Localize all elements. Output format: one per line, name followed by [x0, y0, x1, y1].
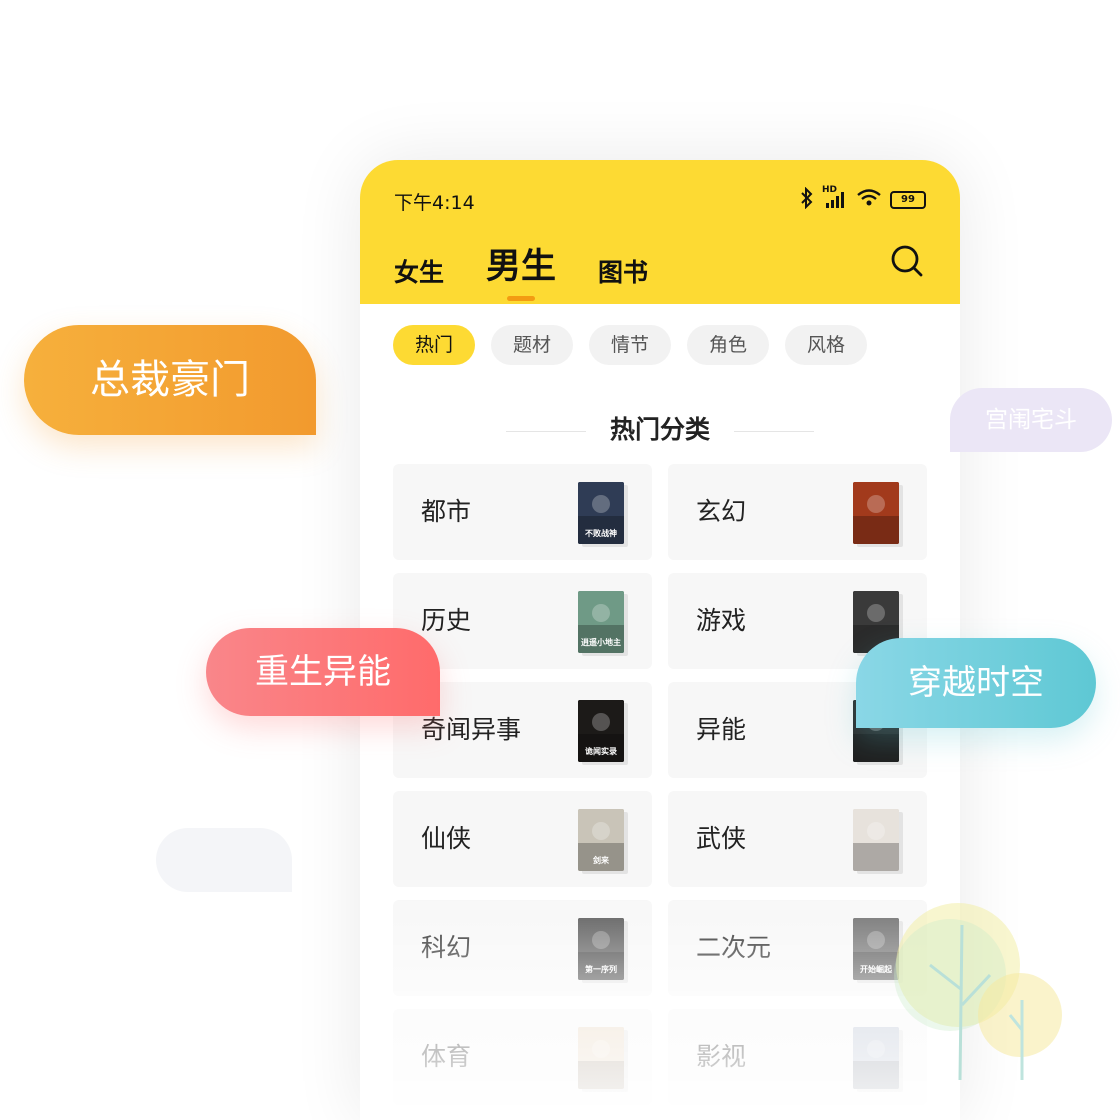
tag-bubble-empty	[156, 828, 292, 892]
tag-bubble-ceo[interactable]: 总裁豪门	[24, 325, 316, 435]
section-title: 热门分类	[360, 410, 960, 446]
section-title-text: 热门分类	[609, 415, 710, 444]
tag-bubble-time-travel[interactable]: 穿越时空	[856, 638, 1096, 728]
filter-chip-theme[interactable]: 题材	[491, 325, 573, 365]
book-cover: 逍遥小地主	[578, 591, 624, 653]
filter-chip-role[interactable]: 角色	[687, 325, 769, 365]
search-button[interactable]	[890, 244, 924, 278]
book-cover: 不败战神	[578, 482, 624, 544]
tree-decoration	[894, 903, 1062, 1080]
category-card[interactable]: 武侠	[668, 791, 927, 887]
signal-icon: HD	[822, 185, 848, 212]
status-time: 下午4:14	[394, 192, 475, 214]
phone-screen: 下午4:14 HD 99 女生 男生 图书 热门 题材 情节 角色 风格 热门分…	[360, 160, 960, 1120]
category-card[interactable]: 玄幻	[668, 464, 927, 560]
category-label: 异能	[696, 715, 747, 744]
book-cover	[853, 809, 899, 871]
status-icons: HD 99	[800, 185, 926, 213]
cover-title: 诡闻实录	[585, 746, 617, 756]
tab-male[interactable]: 男生	[486, 238, 557, 301]
category-label: 玄幻	[696, 497, 747, 526]
cover-title: 逍遥小地主	[581, 637, 621, 647]
book-cover	[853, 482, 899, 544]
battery-icon: 99	[890, 191, 926, 209]
filter-chip-plot[interactable]: 情节	[589, 325, 671, 365]
filter-chip-hot[interactable]: 热门	[393, 325, 475, 365]
tag-bubble-palace[interactable]: 宫闱宅斗	[950, 388, 1112, 452]
category-card[interactable]: 仙侠剑来	[393, 791, 652, 887]
cover-title: 不败战神	[585, 528, 617, 538]
category-label: 武侠	[696, 824, 747, 853]
divider-right	[734, 431, 814, 432]
divider-left	[505, 431, 586, 432]
filter-chip-style[interactable]: 风格	[785, 325, 867, 365]
tab-female[interactable]: 女生	[394, 253, 444, 289]
bottom-fade	[360, 890, 960, 1120]
tab-books[interactable]: 图书	[598, 253, 648, 289]
wifi-icon	[856, 188, 882, 212]
header: 下午4:14 HD 99 女生 男生 图书	[360, 160, 960, 304]
category-label: 游戏	[696, 606, 747, 635]
top-tabs: 女生 男生 图书	[394, 238, 690, 301]
cover-title: 剑来	[593, 855, 609, 865]
tab-male-label: 男生	[486, 246, 557, 287]
category-label: 仙侠	[421, 824, 472, 853]
book-cover: 诡闻实录	[578, 700, 624, 762]
category-card[interactable]: 都市不败战神	[393, 464, 652, 560]
search-icon	[891, 245, 923, 277]
hd-label: HD	[822, 184, 838, 195]
tab-active-indicator	[507, 296, 536, 301]
bluetooth-icon	[800, 186, 814, 213]
filter-chips: 热门 题材 情节 角色 风格	[393, 325, 883, 365]
category-label: 都市	[421, 497, 472, 526]
tag-bubble-rebirth[interactable]: 重生异能	[206, 628, 440, 716]
book-cover: 剑来	[578, 809, 624, 871]
